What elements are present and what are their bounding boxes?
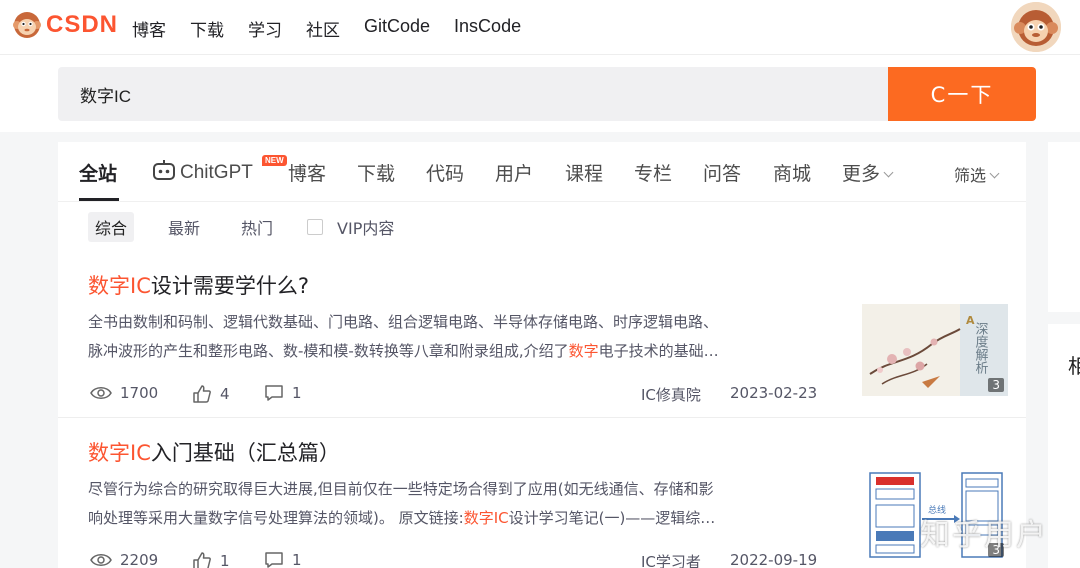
active-tab-underline [79, 198, 119, 201]
tab-code[interactable]: 代码 [426, 159, 464, 186]
subtab-hot[interactable]: 热门 [234, 212, 280, 242]
search-input[interactable] [58, 67, 888, 121]
tab-column[interactable]: 专栏 [634, 159, 672, 186]
nav-inscode[interactable]: InsCode [454, 16, 521, 41]
watermark: 知乎用户 [920, 518, 1048, 553]
nav-gitcode[interactable]: GitCode [364, 16, 430, 41]
result-description: 尽管行为综合的研究取得巨大进展,但目前仅在一些特定场合得到了应用(如无线通信、存… [88, 475, 818, 533]
result-title[interactable]: 数字IC入门基础（汇总篇） [88, 437, 1008, 467]
desc-highlight: 数字IC [463, 509, 509, 527]
avatar-monkey-icon [1011, 2, 1061, 52]
tab-mall[interactable]: 商城 [773, 159, 811, 186]
tab-user[interactable]: 用户 [495, 159, 533, 186]
view-count: 1700 [120, 384, 159, 402]
result-author[interactable]: IC学习者 [641, 551, 701, 568]
like-count: 4 [220, 385, 230, 403]
search-result: 数字IC设计需要学什么? 全书由数制和码制、逻辑代数基础、门电路、组合逻辑电路、… [88, 270, 1008, 410]
result-thumbnail[interactable]: A 深度解析 3 [862, 304, 1008, 396]
tab-more[interactable]: 更多 [842, 159, 894, 186]
result-author[interactable]: IC修真院 [641, 384, 701, 405]
nav-download[interactable]: 下载 [190, 16, 224, 41]
filter-dropdown[interactable]: 筛选 [954, 162, 1000, 186]
like-count: 1 [220, 552, 230, 568]
sidebar-card [1048, 142, 1080, 312]
logo-text: CSDN [46, 11, 119, 38]
nav-blog[interactable]: 博客 [132, 16, 166, 41]
result-meta: 1700 4 1 IC修真院 2023-02-23 [88, 384, 818, 408]
eye-icon [90, 554, 112, 566]
search-button[interactable]: C一下 [888, 67, 1036, 121]
book-cover-image: A 深度解析 [862, 304, 1008, 396]
nav-learn[interactable]: 学习 [248, 16, 282, 41]
comment-count: 1 [292, 551, 302, 568]
sidebar-title-fragment: 相 [1068, 354, 1080, 378]
result-meta: 2209 1 1 IC学习者 2022-09-19 [88, 551, 818, 568]
views: 2209 [90, 551, 158, 568]
tab-course[interactable]: 课程 [565, 159, 603, 186]
comment-icon [265, 385, 283, 401]
tab-chitgpt[interactable]: ChitGPT [152, 159, 253, 184]
view-count: 2209 [120, 551, 159, 568]
title-rest: 入门基础（汇总篇） [150, 441, 340, 465]
thumbs-up-icon [193, 552, 211, 568]
thumbs-up-icon [193, 385, 211, 403]
category-tabs: 全站 ChitGPT NEW 博客 下载 代码 用户 课程 专栏 问答 商城 更… [58, 142, 1026, 202]
tab-more-label: 更多 [842, 163, 881, 185]
sidebar-card: 相 [1048, 324, 1080, 568]
desc-highlight: 数字 [568, 342, 599, 360]
comment-icon [265, 552, 283, 568]
desc-line: 响处理等采用大量数字信号处理算法的领域)。 原文链接:数字IC设计学习笔记(一)… [88, 504, 818, 533]
search-result: 数字IC入门基础（汇总篇） 尽管行为综合的研究取得巨大进展,但目前仅在一些特定场… [88, 437, 1008, 568]
csdn-logo[interactable]: CSDN [12, 10, 118, 40]
result-date: 2022-09-19 [730, 551, 818, 568]
title-highlight: 数字IC [88, 441, 151, 465]
sort-subtabs: 综合 最新 热门 VIP内容 [88, 212, 394, 242]
robot-icon [153, 160, 175, 180]
monkey-mascot-icon [13, 12, 41, 38]
book-cover-text: 深度解析 [973, 322, 989, 374]
title-rest: 设计需要学什么? [150, 274, 310, 298]
result-date: 2023-02-23 [730, 384, 818, 402]
tab-blog[interactable]: 博客 [288, 159, 326, 186]
eye-icon [90, 387, 112, 399]
top-navbar: CSDN 博客 下载 学习 社区 GitCode InsCode [0, 0, 1080, 54]
result-divider [58, 417, 1026, 418]
comment-count: 1 [292, 384, 302, 402]
image-count-badge: 3 [988, 378, 1004, 392]
desc-text: 响处理等采用大量数字信号处理算法的领域)。 原文链接: [88, 509, 464, 527]
desc-text: 设计学习笔记(一)——逻辑综… [508, 509, 716, 527]
avatar[interactable] [1011, 2, 1061, 52]
vip-label[interactable]: VIP内容 [337, 215, 394, 239]
result-description: 全书由数制和码制、逻辑代数基础、门电路、组合逻辑电路、半导体存储电路、时序逻辑电… [88, 308, 818, 366]
desc-text: 电子技术的基础… [598, 342, 719, 360]
title-highlight: 数字IC [88, 274, 151, 298]
desc-text: 脉冲波形的产生和整形电路、数-模和模-数转换等八章和附录组成,介绍了 [88, 342, 569, 360]
chevron-down-icon [989, 168, 1000, 179]
results-panel: 全站 ChitGPT NEW 博客 下载 代码 用户 课程 专栏 问答 商城 更… [58, 142, 1026, 568]
filter-label: 筛选 [954, 166, 987, 185]
tab-download[interactable]: 下载 [357, 159, 395, 186]
desc-line: 脉冲波形的产生和整形电路、数-模和模-数转换等八章和附录组成,介绍了数字电子技术… [88, 337, 818, 366]
tab-qa[interactable]: 问答 [703, 159, 741, 186]
main-nav: 博客 下载 学习 社区 GitCode InsCode [132, 16, 521, 41]
result-title[interactable]: 数字IC设计需要学什么? [88, 270, 1008, 300]
subtab-latest[interactable]: 最新 [161, 212, 207, 242]
comments[interactable]: 1 [264, 384, 302, 402]
subtab-comprehensive[interactable]: 综合 [88, 212, 135, 242]
views: 1700 [90, 384, 158, 402]
vip-checkbox[interactable] [307, 219, 324, 235]
tab-chitgpt-label: ChitGPT [180, 162, 253, 183]
likes[interactable]: 4 [192, 384, 230, 404]
desc-line: 全书由数制和码制、逻辑代数基础、门电路、组合逻辑电路、半导体存储电路、时序逻辑电… [88, 313, 719, 331]
new-badge: NEW [262, 155, 287, 166]
likes[interactable]: 1 [192, 551, 230, 568]
search-band: C一下 [0, 54, 1080, 132]
chevron-down-icon [883, 167, 894, 178]
tab-all[interactable]: 全站 [79, 159, 117, 186]
comments[interactable]: 1 [264, 551, 302, 568]
nav-community[interactable]: 社区 [306, 16, 340, 41]
desc-line: 尽管行为综合的研究取得巨大进展,但目前仅在一些特定场合得到了应用(如无线通信、存… [88, 480, 714, 498]
